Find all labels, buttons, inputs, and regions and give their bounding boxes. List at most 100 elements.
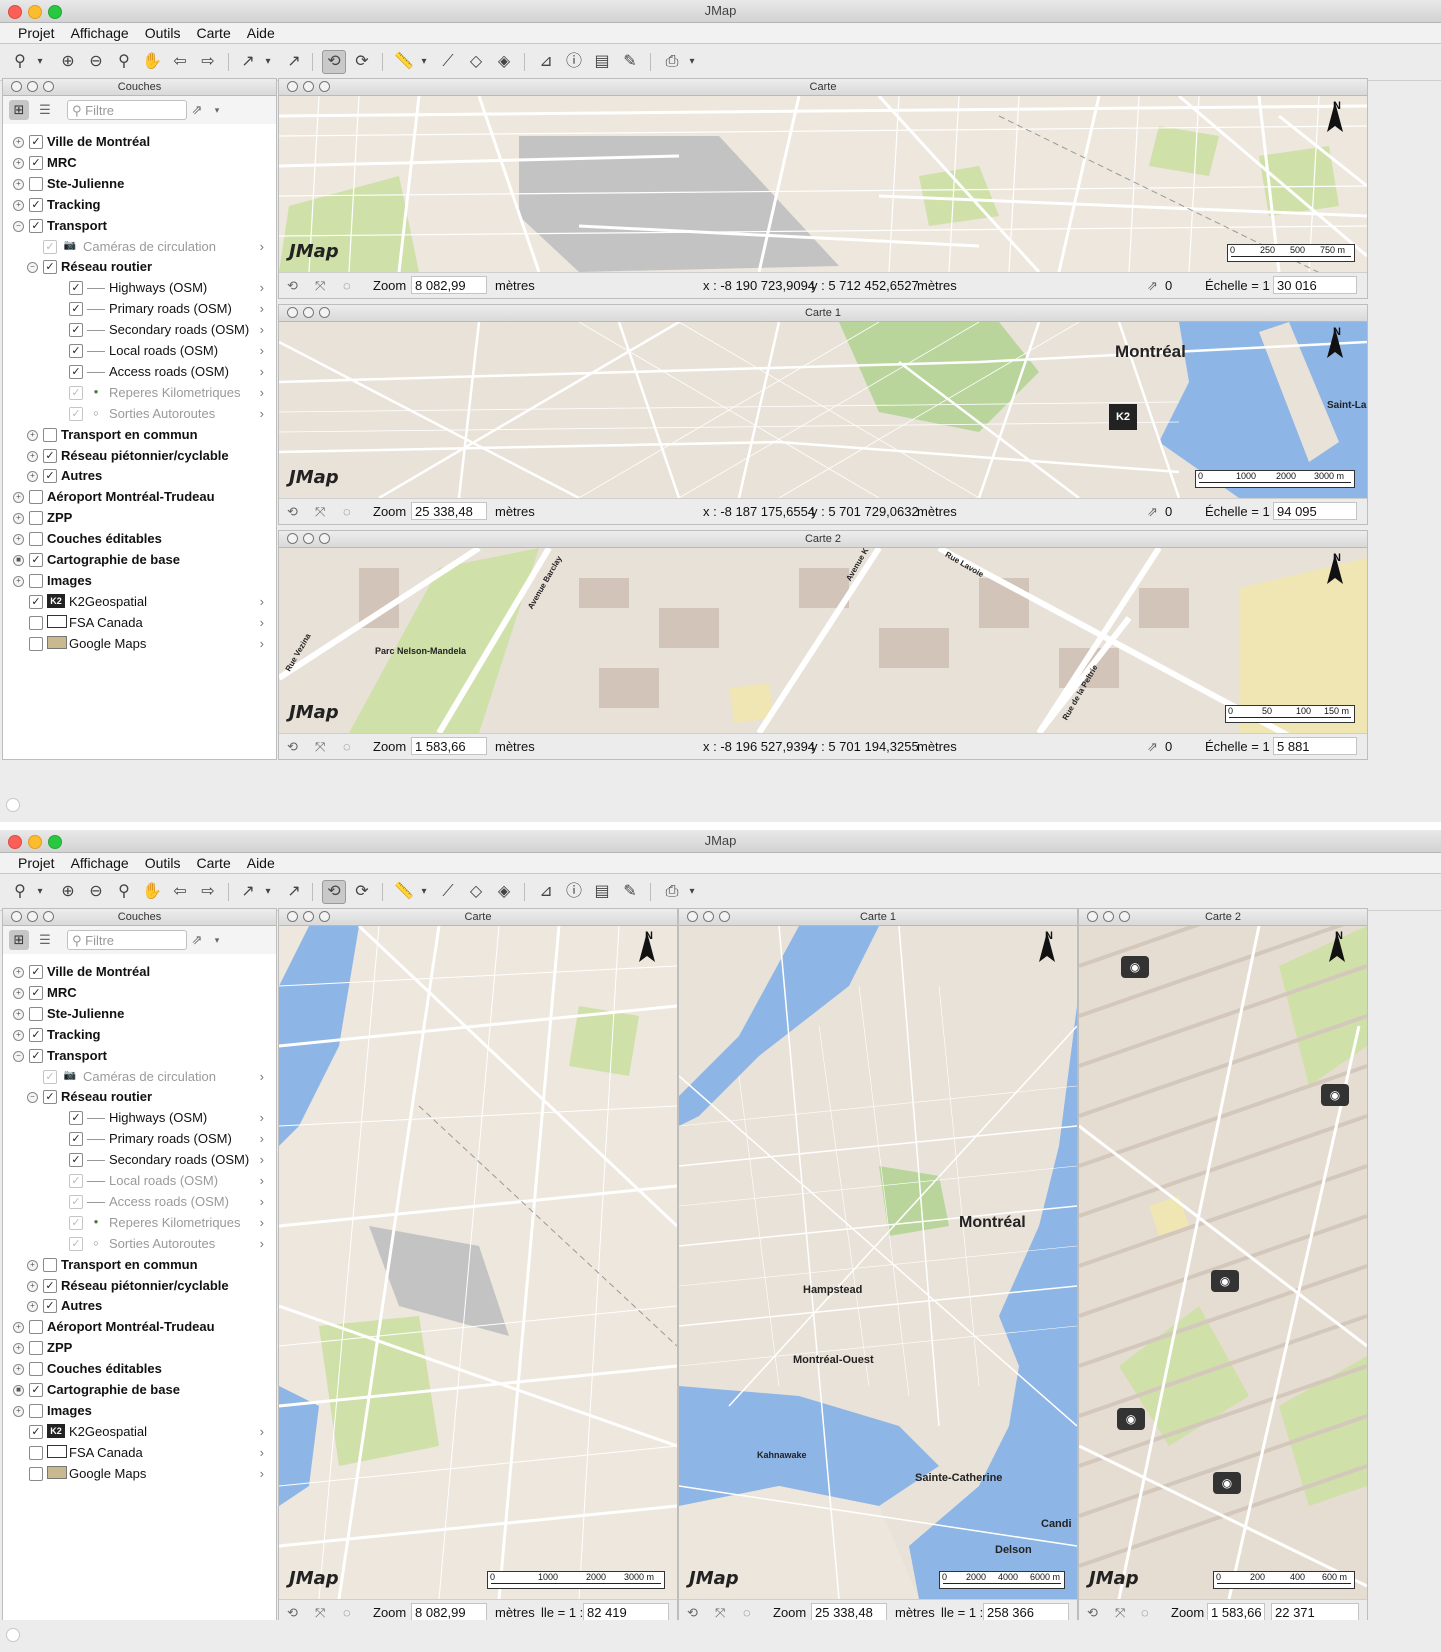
print-icon[interactable]: ⎙ <box>660 880 684 904</box>
layer-visibility-checkbox[interactable]: ✓ <box>69 1174 83 1188</box>
chevron-right-icon[interactable]: › <box>260 591 264 612</box>
expand-toggle-icon[interactable]: + <box>13 1029 24 1041</box>
list-view-icon[interactable]: ☰ <box>35 100 55 120</box>
chevron-right-icon[interactable]: › <box>260 612 264 633</box>
fullscreen-icon[interactable]: ⤧ <box>315 734 325 759</box>
expand-toggle-icon[interactable]: − <box>27 262 38 274</box>
layer-row[interactable]: + ✓ Réseau piétonnier/cyclable <box>3 445 276 466</box>
expand-toggle-icon[interactable]: + <box>13 513 24 525</box>
dropdown-arrow-icon[interactable]: ▾ <box>34 880 46 904</box>
layer-row[interactable]: + ✓ Tracking <box>3 1024 276 1045</box>
layer-row[interactable]: ✓ Access roads (OSM) › <box>3 361 276 382</box>
zoom-input[interactable]: 1 583,66 <box>1207 1603 1265 1621</box>
chevron-right-icon[interactable]: › <box>260 1212 264 1233</box>
refresh-icon[interactable]: ⟳ <box>350 50 374 74</box>
layer-visibility-checkbox[interactable]: ✓ <box>69 1111 83 1126</box>
layer-visibility-checkbox[interactable]: ✓ <box>43 469 57 484</box>
measure-ruler-icon[interactable]: 📏 <box>392 880 416 904</box>
layer-row[interactable]: + Images <box>3 1400 276 1421</box>
menu-carte[interactable]: Carte <box>189 853 239 873</box>
layer-visibility-checkbox[interactable]: ✓ <box>43 1069 57 1084</box>
layer-row[interactable]: ✓ 📷 Caméras de circulation › <box>3 236 276 257</box>
menu-aide[interactable]: Aide <box>239 23 283 43</box>
minimize-window-button[interactable] <box>28 5 42 19</box>
edit-chart-icon[interactable]: ⊿ <box>534 880 558 904</box>
measure-area-icon[interactable]: ⟋ <box>436 50 460 74</box>
layer-visibility-checkbox[interactable] <box>29 532 43 547</box>
layer-visibility-checkbox[interactable]: ✓ <box>29 135 43 149</box>
dropdown-arrow-icon[interactable]: ▾ <box>34 50 46 74</box>
layer-row[interactable]: FSA Canada › <box>3 1442 276 1463</box>
map-panel-carte-1[interactable]: Carte 1 Montréal Saint-La K2 JMap N 0 10… <box>278 304 1368 525</box>
magnifier-tool-icon[interactable]: ⚲ <box>8 880 32 904</box>
camera-icon[interactable]: ◉ <box>1117 1408 1145 1430</box>
layer-row[interactable]: ✓ Primary roads (OSM) › <box>3 1128 276 1149</box>
layer-visibility-checkbox[interactable]: ✓ <box>29 218 43 233</box>
chevron-right-icon[interactable]: › <box>260 340 264 361</box>
layer-visibility-checkbox[interactable]: ✓ <box>43 1278 57 1293</box>
selection-icon[interactable]: ⇗ <box>1147 734 1158 759</box>
layer-row[interactable]: + ✓ Ville de Montréal <box>3 131 276 152</box>
expand-toggle-icon[interactable]: + <box>27 1280 38 1292</box>
selection-icon[interactable]: ⇗ <box>1147 499 1158 524</box>
layer-visibility-checkbox[interactable]: ✓ <box>43 1090 57 1105</box>
deselect-icon[interactable]: ↗ <box>282 880 306 904</box>
menu-carte[interactable]: Carte <box>189 23 239 43</box>
layer-row[interactable]: + Transport en commun <box>3 424 276 445</box>
pan-hand-icon[interactable]: ✋ <box>140 50 164 74</box>
menu-outils[interactable]: Outils <box>137 853 189 873</box>
expand-toggle-icon[interactable]: + <box>13 1364 24 1376</box>
zoom-input[interactable]: 1 583,66 <box>411 737 487 755</box>
layer-row[interactable]: + Images <box>3 570 276 591</box>
layer-visibility-checkbox[interactable]: ✓ <box>29 155 43 170</box>
layer-visibility-checkbox[interactable]: ✓ <box>29 1027 43 1042</box>
chevron-right-icon[interactable]: › <box>260 1149 264 1170</box>
layer-visibility-checkbox[interactable]: ✓ <box>29 1048 43 1063</box>
layer-row[interactable]: + ✓ Autres <box>3 1295 276 1316</box>
window-title-bar[interactable]: JMap <box>0 0 1441 23</box>
layer-visibility-checkbox[interactable] <box>29 1006 43 1021</box>
layer-row[interactable]: FSA Canada › <box>3 612 276 633</box>
layer-visibility-checkbox[interactable] <box>43 427 57 442</box>
layer-row[interactable]: ■ ✓ Cartographie de base <box>3 549 276 570</box>
tree-view-icon[interactable]: ⊞ <box>9 930 29 950</box>
menu-outils[interactable]: Outils <box>137 23 189 43</box>
zoom-window-button[interactable] <box>48 835 62 849</box>
expand-toggle-icon[interactable]: + <box>27 471 38 483</box>
layer-row[interactable]: ✓ K2 K2Geospatial › <box>3 591 276 612</box>
expand-toggle-icon[interactable]: + <box>13 575 24 587</box>
layer-row[interactable]: + Ste-Julienne <box>3 173 276 194</box>
layer-row[interactable]: ✓ 📷 Caméras de circulation › <box>3 1066 276 1087</box>
layer-visibility-checkbox[interactable]: ✓ <box>69 1236 83 1251</box>
chevron-right-icon[interactable]: › <box>260 1066 264 1087</box>
camera-icon[interactable]: ◉ <box>1121 956 1149 978</box>
map-canvas[interactable]: Montréal Hampstead Montréal-Ouest Kahnaw… <box>679 926 1077 1599</box>
notes-icon[interactable]: ▤ <box>590 50 614 74</box>
tag-icon[interactable]: ◇ <box>464 50 488 74</box>
layer-row[interactable]: − ✓ Transport <box>3 1045 276 1066</box>
layer-visibility-checkbox[interactable]: ✓ <box>43 239 57 254</box>
erase-icon[interactable]: ◈ <box>492 880 516 904</box>
refresh-icon[interactable]: ⟳ <box>350 880 374 904</box>
layer-options-icon[interactable]: ⇗ <box>187 930 207 950</box>
zoom-extent-icon[interactable]: ⚲ <box>112 880 136 904</box>
chevron-right-icon[interactable]: › <box>260 298 264 319</box>
layer-row[interactable]: ■ ✓ Cartographie de base <box>3 1379 276 1400</box>
refresh-icon[interactable]: ⟲ <box>287 734 298 759</box>
chevron-right-icon[interactable]: › <box>260 1170 264 1191</box>
layer-options-icon[interactable]: ⇗ <box>187 100 207 120</box>
dropdown-arrow-icon[interactable]: ▾ <box>686 880 698 904</box>
map-canvas[interactable]: ◉ ◉ ◉ ◉ ◉ JMap N 0 200 400 600 m <box>1079 926 1367 1599</box>
expand-toggle-icon[interactable]: + <box>27 450 38 462</box>
layer-row[interactable]: − ✓ Transport <box>3 215 276 236</box>
menu-aide[interactable]: Aide <box>239 853 283 873</box>
chevron-right-icon[interactable]: › <box>260 361 264 382</box>
tree-view-icon[interactable]: ⊞ <box>9 100 29 120</box>
layer-row[interactable]: + ✓ MRC <box>3 982 276 1003</box>
tooltip-icon[interactable]: ◌ <box>343 734 351 759</box>
expand-toggle-icon[interactable]: + <box>13 534 24 546</box>
zoom-window-button[interactable] <box>48 5 62 19</box>
dropdown-arrow-icon[interactable]: ▾ <box>418 880 430 904</box>
layer-row[interactable]: + ✓ Ville de Montréal <box>3 961 276 982</box>
layer-row[interactable]: ✓ ○ Sorties Autoroutes › <box>3 403 276 424</box>
